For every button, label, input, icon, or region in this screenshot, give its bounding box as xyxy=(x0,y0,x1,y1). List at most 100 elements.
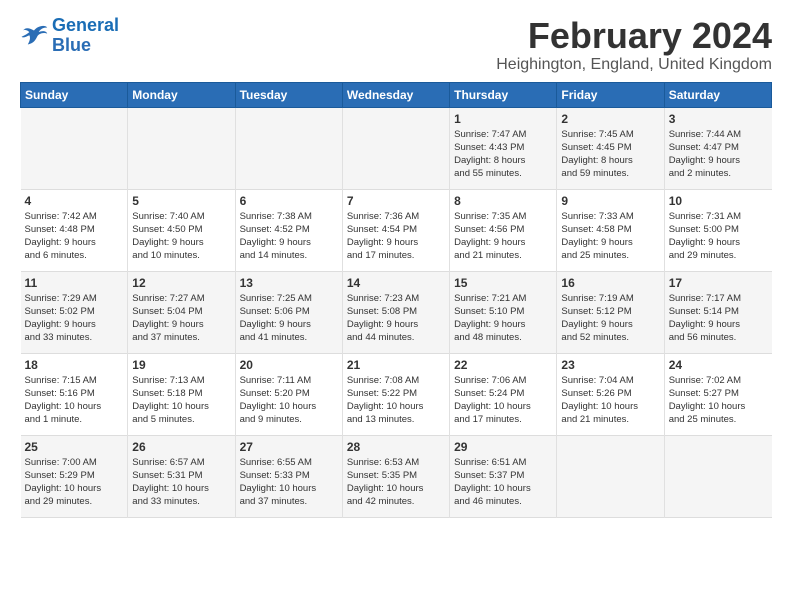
day-info: Sunrise: 7:19 AM Sunset: 5:12 PM Dayligh… xyxy=(561,292,659,345)
calendar-week-row: 18 Sunrise: 7:15 AM Sunset: 5:16 PM Dayli… xyxy=(21,353,772,435)
day-info: Sunrise: 6:57 AM Sunset: 5:31 PM Dayligh… xyxy=(132,456,230,509)
day-info: Sunrise: 7:00 AM Sunset: 5:29 PM Dayligh… xyxy=(25,456,124,509)
day-info: Sunrise: 7:25 AM Sunset: 5:06 PM Dayligh… xyxy=(240,292,338,345)
weekday-header-monday: Monday xyxy=(128,82,235,107)
day-number: 9 xyxy=(561,194,659,208)
day-info: Sunrise: 7:44 AM Sunset: 4:47 PM Dayligh… xyxy=(669,128,768,181)
day-info: Sunrise: 7:15 AM Sunset: 5:16 PM Dayligh… xyxy=(25,374,124,427)
calendar-cell: 17 Sunrise: 7:17 AM Sunset: 5:14 PM Dayli… xyxy=(664,271,771,353)
calendar-cell: 29Sunrise: 6:51 AM Sunset: 5:37 PM Dayli… xyxy=(450,435,557,517)
day-info: Sunrise: 7:17 AM Sunset: 5:14 PM Dayligh… xyxy=(669,292,768,345)
day-info: Sunrise: 7:45 AM Sunset: 4:45 PM Dayligh… xyxy=(561,128,659,181)
calendar-cell: 13Sunrise: 7:25 AM Sunset: 5:06 PM Dayli… xyxy=(235,271,342,353)
day-number: 20 xyxy=(240,358,338,372)
calendar-cell: 10Sunrise: 7:31 AM Sunset: 5:00 PM Dayli… xyxy=(664,189,771,271)
logo-text: General Blue xyxy=(52,16,119,56)
day-number: 28 xyxy=(347,440,445,454)
day-number: 1 xyxy=(454,112,552,126)
calendar-cell: 3 Sunrise: 7:44 AM Sunset: 4:47 PM Daylig… xyxy=(664,107,771,189)
calendar-cell: 24 Sunrise: 7:02 AM Sunset: 5:27 PM Dayli… xyxy=(664,353,771,435)
day-number: 18 xyxy=(25,358,124,372)
day-number: 14 xyxy=(347,276,445,290)
day-number: 24 xyxy=(669,358,768,372)
calendar-cell: 4 Sunrise: 7:42 AM Sunset: 4:48 PM Daylig… xyxy=(21,189,128,271)
day-number: 7 xyxy=(347,194,445,208)
day-info: Sunrise: 6:51 AM Sunset: 5:37 PM Dayligh… xyxy=(454,456,552,509)
calendar-cell: 22Sunrise: 7:06 AM Sunset: 5:24 PM Dayli… xyxy=(450,353,557,435)
logo-blue: Blue xyxy=(52,35,91,55)
day-info: Sunrise: 7:42 AM Sunset: 4:48 PM Dayligh… xyxy=(25,210,124,263)
calendar-cell: 18 Sunrise: 7:15 AM Sunset: 5:16 PM Dayli… xyxy=(21,353,128,435)
calendar-cell: 12 Sunrise: 7:27 AM Sunset: 5:04 PM Dayli… xyxy=(128,271,235,353)
day-number: 22 xyxy=(454,358,552,372)
calendar-cell xyxy=(664,435,771,517)
day-number: 15 xyxy=(454,276,552,290)
calendar-cell xyxy=(21,107,128,189)
day-info: Sunrise: 7:35 AM Sunset: 4:56 PM Dayligh… xyxy=(454,210,552,263)
day-number: 4 xyxy=(25,194,124,208)
calendar-cell: 11 Sunrise: 7:29 AM Sunset: 5:02 PM Dayli… xyxy=(21,271,128,353)
logo-general: General xyxy=(52,15,119,35)
weekday-header-tuesday: Tuesday xyxy=(235,82,342,107)
weekday-header-thursday: Thursday xyxy=(450,82,557,107)
calendar-cell: 2Sunrise: 7:45 AM Sunset: 4:45 PM Daylig… xyxy=(557,107,664,189)
day-info: Sunrise: 7:40 AM Sunset: 4:50 PM Dayligh… xyxy=(132,210,230,263)
day-info: Sunrise: 6:55 AM Sunset: 5:33 PM Dayligh… xyxy=(240,456,338,509)
weekday-header-saturday: Saturday xyxy=(664,82,771,107)
logo-bird-icon xyxy=(20,24,48,48)
day-number: 5 xyxy=(132,194,230,208)
calendar-cell: 14 Sunrise: 7:23 AM Sunset: 5:08 PM Dayli… xyxy=(342,271,449,353)
calendar-cell: 27 Sunrise: 6:55 AM Sunset: 5:33 PM Dayli… xyxy=(235,435,342,517)
calendar-cell: 26 Sunrise: 6:57 AM Sunset: 5:31 PM Dayli… xyxy=(128,435,235,517)
month-title: February 2024 xyxy=(496,16,772,56)
day-number: 25 xyxy=(25,440,124,454)
day-number: 10 xyxy=(669,194,768,208)
day-number: 23 xyxy=(561,358,659,372)
day-number: 17 xyxy=(669,276,768,290)
day-info: Sunrise: 7:27 AM Sunset: 5:04 PM Dayligh… xyxy=(132,292,230,345)
calendar-cell: 7 Sunrise: 7:36 AM Sunset: 4:54 PM Daylig… xyxy=(342,189,449,271)
calendar-cell: 6 Sunrise: 7:38 AM Sunset: 4:52 PM Daylig… xyxy=(235,189,342,271)
calendar-cell: 5 Sunrise: 7:40 AM Sunset: 4:50 PM Daylig… xyxy=(128,189,235,271)
calendar-cell xyxy=(557,435,664,517)
day-number: 16 xyxy=(561,276,659,290)
day-info: Sunrise: 7:38 AM Sunset: 4:52 PM Dayligh… xyxy=(240,210,338,263)
day-number: 8 xyxy=(454,194,552,208)
calendar-cell xyxy=(128,107,235,189)
day-info: Sunrise: 7:11 AM Sunset: 5:20 PM Dayligh… xyxy=(240,374,338,427)
day-number: 12 xyxy=(132,276,230,290)
location: Heighington, England, United Kingdom xyxy=(496,56,772,74)
day-info: Sunrise: 7:21 AM Sunset: 5:10 PM Dayligh… xyxy=(454,292,552,345)
weekday-header-wednesday: Wednesday xyxy=(342,82,449,107)
day-info: Sunrise: 7:29 AM Sunset: 5:02 PM Dayligh… xyxy=(25,292,124,345)
day-number: 11 xyxy=(25,276,124,290)
day-info: Sunrise: 7:02 AM Sunset: 5:27 PM Dayligh… xyxy=(669,374,768,427)
calendar-cell: 15 Sunrise: 7:21 AM Sunset: 5:10 PM Dayli… xyxy=(450,271,557,353)
day-info: Sunrise: 7:04 AM Sunset: 5:26 PM Dayligh… xyxy=(561,374,659,427)
calendar-cell: 1 Sunrise: 7:47 AM Sunset: 4:43 PM Daylig… xyxy=(450,107,557,189)
day-number: 26 xyxy=(132,440,230,454)
day-number: 27 xyxy=(240,440,338,454)
day-number: 3 xyxy=(669,112,768,126)
calendar-week-row: 1 Sunrise: 7:47 AM Sunset: 4:43 PM Daylig… xyxy=(21,107,772,189)
day-number: 6 xyxy=(240,194,338,208)
calendar-cell: 8 Sunrise: 7:35 AM Sunset: 4:56 PM Daylig… xyxy=(450,189,557,271)
day-info: Sunrise: 7:36 AM Sunset: 4:54 PM Dayligh… xyxy=(347,210,445,263)
weekday-header-row: SundayMondayTuesdayWednesdayThursdayFrid… xyxy=(21,82,772,107)
day-number: 19 xyxy=(132,358,230,372)
calendar-page: General Blue February 2024 Heighington, … xyxy=(0,0,792,530)
calendar-cell xyxy=(235,107,342,189)
weekday-header-friday: Friday xyxy=(557,82,664,107)
day-info: Sunrise: 7:13 AM Sunset: 5:18 PM Dayligh… xyxy=(132,374,230,427)
calendar-week-row: 4 Sunrise: 7:42 AM Sunset: 4:48 PM Daylig… xyxy=(21,189,772,271)
day-info: Sunrise: 7:23 AM Sunset: 5:08 PM Dayligh… xyxy=(347,292,445,345)
calendar-cell: 19 Sunrise: 7:13 AM Sunset: 5:18 PM Dayli… xyxy=(128,353,235,435)
calendar-cell: 28Sunrise: 6:53 AM Sunset: 5:35 PM Dayli… xyxy=(342,435,449,517)
calendar-cell: 9Sunrise: 7:33 AM Sunset: 4:58 PM Daylig… xyxy=(557,189,664,271)
calendar-cell xyxy=(342,107,449,189)
calendar-cell: 21Sunrise: 7:08 AM Sunset: 5:22 PM Dayli… xyxy=(342,353,449,435)
calendar-cell: 23 Sunrise: 7:04 AM Sunset: 5:26 PM Dayli… xyxy=(557,353,664,435)
calendar-cell: 16 Sunrise: 7:19 AM Sunset: 5:12 PM Dayli… xyxy=(557,271,664,353)
day-info: Sunrise: 7:47 AM Sunset: 4:43 PM Dayligh… xyxy=(454,128,552,181)
calendar-week-row: 11 Sunrise: 7:29 AM Sunset: 5:02 PM Dayli… xyxy=(21,271,772,353)
